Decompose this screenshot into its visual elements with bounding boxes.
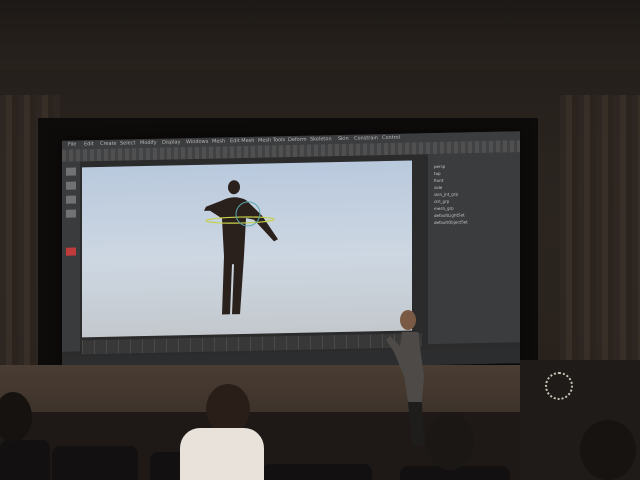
seat [0, 440, 50, 480]
outliner-row[interactable]: skin_jnt_grp [434, 192, 458, 198]
tool-box[interactable] [62, 161, 80, 352]
menu-item[interactable]: Control [382, 135, 400, 141]
select-tool-icon[interactable] [66, 167, 76, 176]
menu-item[interactable]: Select [120, 140, 135, 146]
outliner-row[interactable]: side [434, 185, 442, 190]
menu-item[interactable]: Mesh [212, 138, 225, 144]
character-head [228, 180, 240, 195]
move-tool-icon[interactable] [66, 181, 76, 190]
menu-item[interactable]: Mesh Tools [258, 137, 285, 144]
outliner-row[interactable]: persp [434, 164, 445, 169]
menu-item[interactable]: File [68, 141, 76, 147]
outliner-row[interactable]: top [434, 171, 441, 176]
outliner-row[interactable]: mesh_grp [434, 206, 454, 211]
auditorium-scene: File Edit Create Select Modify Display W… [0, 0, 640, 480]
presenter-shirt [386, 332, 424, 402]
3d-viewport[interactable] [82, 160, 412, 338]
menu-item[interactable]: Edit Mesh [230, 138, 254, 145]
presenter-head [400, 310, 416, 330]
record-icon[interactable] [66, 247, 76, 256]
audience-shirt [180, 428, 264, 480]
menu-item[interactable]: Windows [186, 139, 208, 145]
outliner-row[interactable]: defaultLightSet [434, 212, 465, 218]
rigged-character [204, 180, 278, 315]
menu-item[interactable]: Create [100, 141, 117, 147]
menu-item[interactable]: Modify [140, 140, 157, 146]
menu-item[interactable]: Skin [338, 136, 349, 142]
outliner-row[interactable]: ctrl_grp [434, 199, 449, 204]
menu-item[interactable]: Display [162, 139, 180, 145]
presenter-legs [408, 402, 424, 446]
outliner-row[interactable]: defaultObjectSet [434, 219, 468, 225]
ceiling [0, 0, 640, 70]
scale-tool-icon[interactable] [66, 209, 76, 218]
character-body [204, 197, 278, 315]
menu-item[interactable]: Edit [84, 141, 94, 147]
venue-logo-icon [545, 372, 573, 400]
seat [262, 464, 372, 480]
outliner-row[interactable]: front [434, 178, 444, 183]
audience-head [206, 384, 250, 434]
menu-item[interactable]: Skeleton [310, 136, 332, 142]
menu-item[interactable]: Deform [288, 137, 307, 143]
audience-head [580, 420, 636, 480]
seat [52, 446, 138, 480]
curtain-right [560, 95, 640, 375]
audience-head [426, 414, 474, 470]
rotate-tool-icon[interactable] [66, 195, 76, 204]
menu-item[interactable]: Constrain [354, 135, 378, 142]
